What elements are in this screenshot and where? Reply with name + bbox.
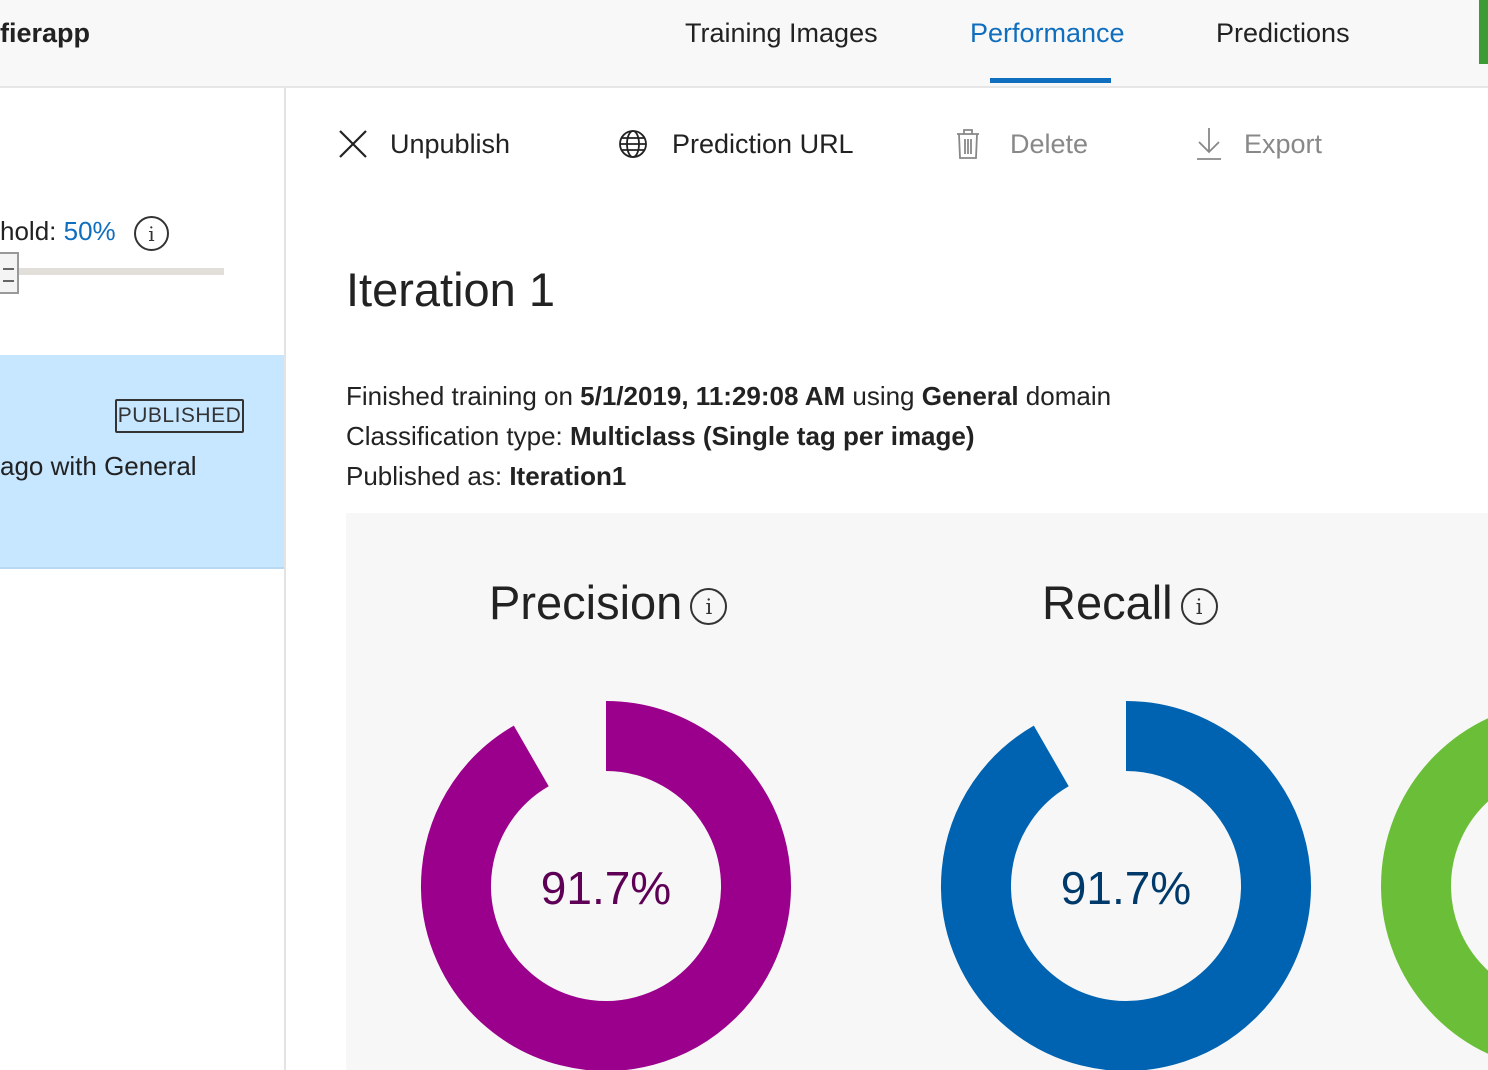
average-precision-donut-arc [1381, 718, 1488, 1054]
threshold-slider-handle[interactable] [0, 252, 19, 294]
threshold-info-icon[interactable]: i [134, 216, 169, 251]
threshold-info-glyph: i [148, 221, 155, 246]
published-name: Iteration1 [509, 461, 627, 491]
metrics-panel: Precision i Recall i 91.7% 91.7% [346, 513, 1488, 1070]
unpublish-button[interactable]: Unpublish [338, 124, 510, 164]
recall-value: 91.7% [1060, 862, 1192, 914]
iteration-list-item[interactable]: PUBLISHED ago with General [0, 355, 284, 569]
threshold-slider-track[interactable] [0, 268, 224, 275]
delete-label: Delete [1010, 128, 1089, 159]
delete-button[interactable]: Delete [956, 124, 1088, 164]
tab-predictions[interactable]: Predictions [1216, 18, 1350, 84]
published-prefix: Published as: [346, 461, 510, 491]
prediction-url-label: Prediction URL [672, 128, 854, 159]
published-badge: PUBLISHED [115, 399, 244, 433]
probability-threshold-label: hold: 50% [0, 216, 116, 247]
threshold-value: 50% [63, 216, 116, 246]
training-domain: General [921, 381, 1019, 411]
download-icon [1196, 127, 1222, 161]
page-title: Iteration 1 [346, 263, 556, 316]
prediction-url-button[interactable]: Prediction URL [618, 124, 854, 164]
trash-icon [956, 128, 980, 160]
train-button-edge[interactable] [1479, 0, 1488, 64]
close-icon [338, 129, 368, 159]
top-nav: fierapp Training Images Performance Pred… [0, 0, 1488, 88]
training-mid: using [845, 381, 922, 411]
active-tab-indicator [990, 78, 1111, 83]
metrics-donuts [421, 701, 1488, 1070]
training-date: 5/1/2019, 11:29:08 AM [580, 381, 846, 411]
globe-icon [618, 129, 648, 159]
training-prefix: Finished training on [346, 381, 581, 411]
classification-type: Multiclass (Single tag per image) [569, 421, 975, 451]
tab-training-images[interactable]: Training Images [685, 18, 878, 84]
export-button[interactable]: Export [1196, 124, 1322, 164]
export-label: Export [1244, 128, 1323, 159]
tab-performance[interactable]: Performance [970, 18, 1125, 84]
classification-type-line: Classification type: Multiclass (Single … [346, 416, 1111, 456]
training-suffix: domain [1018, 381, 1112, 411]
threshold-label-text: hold: [0, 216, 64, 246]
iteration-description: ago with General [0, 451, 197, 481]
published-as-line: Published as: Iteration1 [346, 456, 1111, 496]
classification-prefix: Classification type: [346, 421, 570, 451]
iteration-details: Finished training on 5/1/2019, 11:29:08 … [346, 376, 1111, 496]
precision-value: 91.7% [540, 862, 672, 914]
training-info-line: Finished training on 5/1/2019, 11:29:08 … [346, 376, 1111, 416]
unpublish-label: Unpublish [390, 128, 511, 159]
iterations-panel: hold: 50% i PUBLISHED ago with General [0, 88, 286, 1070]
app-name: fierapp [0, 18, 91, 48]
